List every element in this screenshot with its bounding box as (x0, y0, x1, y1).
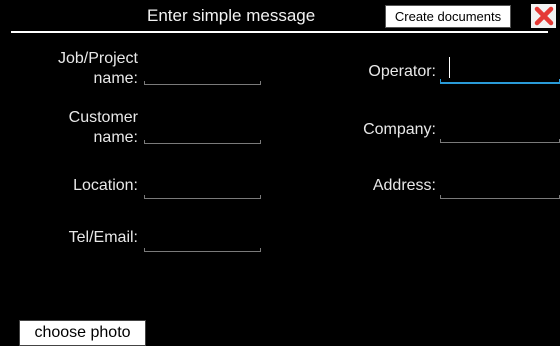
address-label: Address: (372, 177, 436, 194)
create-documents-button[interactable]: Create documents (385, 5, 511, 28)
location-label: Location: (73, 177, 138, 194)
customer-label-line2: name: (93, 129, 138, 146)
close-icon (534, 6, 553, 26)
company-field[interactable] (440, 133, 560, 143)
operator-label: Operator: (368, 63, 436, 80)
text-cursor (449, 57, 450, 78)
operator-field[interactable] (440, 56, 560, 84)
company-label: Company: (363, 121, 436, 138)
customer-label-line1: Customer (68, 109, 138, 126)
choose-photo-button[interactable]: choose photo (19, 320, 146, 346)
dialog-title: Enter simple message (147, 6, 316, 25)
job-project-label-line2: name: (93, 70, 138, 87)
job-project-name-field[interactable] (144, 75, 261, 85)
close-button[interactable] (531, 4, 556, 28)
tel-email-field[interactable] (144, 242, 261, 252)
title-bar: Enter simple message Create documents (0, 0, 560, 30)
job-project-label-line1: Job/Project (57, 50, 138, 67)
address-field[interactable] (440, 189, 560, 199)
customer-name-field[interactable] (144, 134, 261, 144)
tel-email-label: Tel/Email: (68, 229, 138, 246)
location-field[interactable] (144, 189, 261, 199)
title-divider (11, 31, 548, 33)
